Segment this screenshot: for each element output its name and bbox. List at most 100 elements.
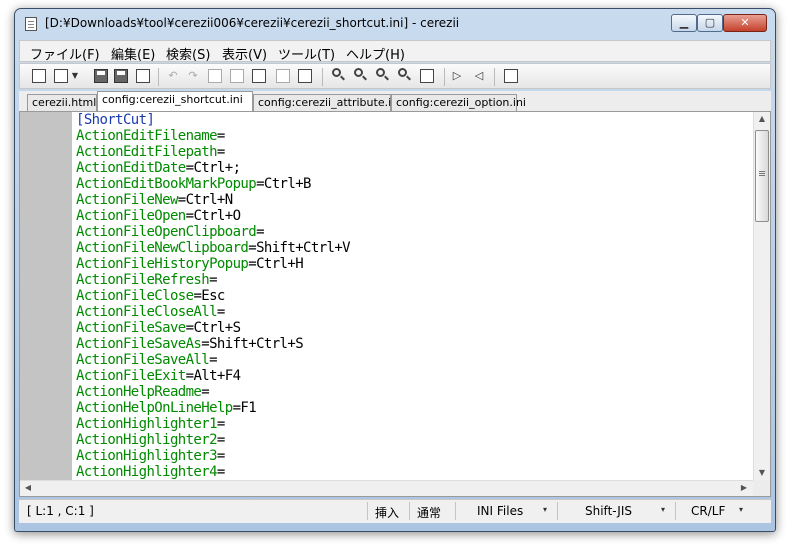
line-ending-dropdown-icon[interactable]: ▾	[739, 505, 743, 514]
vertical-scrollbar[interactable]: ▲ ▼	[753, 112, 770, 480]
code-text[interactable]: ActionEditBookMarkPopup=Ctrl+B	[76, 176, 311, 192]
code-text[interactable]: ActionFileOpen=Ctrl+O	[76, 208, 241, 224]
line-ending-selector[interactable]: CR/LF	[691, 504, 725, 518]
code-text[interactable]: ActionEditFilepath=	[76, 144, 225, 160]
insert-mode[interactable]: 挿入	[375, 504, 399, 521]
code-line[interactable]: 3ActionEditFilepath=	[73, 144, 751, 160]
tab-cerezii-html[interactable]: cerezii.html	[27, 94, 97, 111]
code-text[interactable]: ActionFileClose=Esc	[76, 288, 225, 304]
code-line[interactable]: 13ActionFileCloseAll=	[73, 304, 751, 320]
scroll-down-icon[interactable]: ▼	[754, 466, 770, 480]
code-text[interactable]: ActionHelpOnLineHelp=F1	[76, 400, 257, 416]
menu-file[interactable]: ファイル(F)	[30, 44, 100, 63]
code-line[interactable]: 11ActionFileRefresh=	[73, 272, 751, 288]
code-text[interactable]: ActionFileExit=Alt+F4	[76, 368, 241, 384]
menu-edit[interactable]: 編集(E)	[111, 44, 155, 63]
properties-icon[interactable]	[504, 69, 518, 83]
scroll-thumb[interactable]	[755, 130, 769, 222]
code-line[interactable]: 8ActionFileOpenClipboard=	[73, 224, 751, 240]
search-prev-icon[interactable]	[376, 68, 385, 77]
tab-shortcut-ini[interactable]: config:cerezii_shortcut.ini	[97, 91, 253, 111]
code-text[interactable]: ActionEditDate=Ctrl+;	[76, 160, 241, 176]
encoding-dropdown-icon[interactable]: ▾	[661, 505, 665, 514]
code-line[interactable]: 20ActionHighlighter1=	[73, 416, 751, 432]
code-text[interactable]: ActionHighlighter1=	[76, 416, 225, 432]
code-text[interactable]: ActionFileNew=Ctrl+N	[76, 192, 233, 208]
paste-special-icon[interactable]	[276, 69, 290, 83]
scroll-up-icon[interactable]: ▲	[754, 112, 770, 126]
minimize-button[interactable]: ▁	[671, 14, 697, 32]
code-line[interactable]: 7ActionFileOpen=Ctrl+O	[73, 208, 751, 224]
code-text[interactable]: ActionFileCloseAll=	[76, 304, 225, 320]
undo-icon[interactable]: ↶	[166, 69, 180, 83]
code-line[interactable]: 18ActionHelpReadme=	[73, 384, 751, 400]
scroll-right-icon[interactable]: ▶	[736, 481, 752, 495]
code-text[interactable]: ActionFileSaveAs=Shift+Ctrl+S	[76, 336, 304, 352]
close-button[interactable]: ✕	[723, 14, 767, 32]
code-text[interactable]: ActionEditFilename=	[76, 128, 225, 144]
code-text[interactable]: ActionHighlighter4=	[76, 464, 225, 480]
code-line[interactable]: 22ActionHighlighter3=	[73, 448, 751, 464]
code-line[interactable]: 16ActionFileSaveAll=	[73, 352, 751, 368]
horizontal-scrollbar[interactable]: ◀ ▶	[20, 480, 753, 496]
menu-search[interactable]: 検索(S)	[166, 44, 210, 63]
code-text[interactable]: ActionFileNewClipboard=Shift+Ctrl+V	[76, 240, 351, 256]
menu-tools[interactable]: ツール(T)	[278, 44, 335, 63]
tab-option-ini[interactable]: config:cerezii_option.ini	[391, 94, 526, 111]
search-next-icon[interactable]	[354, 68, 363, 77]
code-line[interactable]: 17ActionFileExit=Alt+F4	[73, 368, 751, 384]
close-file-icon[interactable]	[136, 69, 150, 83]
code-text[interactable]: ActionHighlighter3=	[76, 448, 225, 464]
code-text[interactable]: [ShortCut]	[76, 112, 155, 128]
code-text[interactable]: ActionFileSave=Ctrl+S	[76, 320, 241, 336]
save-as-icon[interactable]	[114, 69, 128, 83]
code-line[interactable]: 14ActionFileSave=Ctrl+S	[73, 320, 751, 336]
text-editor[interactable]: 1[ShortCut]2ActionEditFilename=3ActionEd…	[19, 111, 771, 497]
file-type-dropdown-icon[interactable]: ▾	[543, 505, 547, 514]
setting-key: ActionFileExit	[76, 368, 186, 384]
menu-view[interactable]: 表示(V)	[222, 44, 267, 63]
next-tab-icon[interactable]: ▷	[450, 69, 464, 83]
scroll-left-icon[interactable]: ◀	[20, 481, 36, 495]
open-dropdown-icon[interactable]: ▼	[70, 69, 80, 83]
replace-icon[interactable]	[398, 68, 407, 77]
search-icon[interactable]	[332, 68, 341, 77]
code-line[interactable]: 21ActionHighlighter2=	[73, 432, 751, 448]
paste-icon[interactable]	[252, 69, 266, 83]
code-line[interactable]: 19ActionHelpOnLineHelp=F1	[73, 400, 751, 416]
code-text[interactable]: ActionFileHistoryPopup=Ctrl+H	[76, 256, 304, 272]
code-area[interactable]: 1[ShortCut]2ActionEditFilename=3ActionEd…	[73, 112, 751, 480]
code-line[interactable]: 23ActionHighlighter4=	[73, 464, 751, 480]
code-line[interactable]: 12ActionFileClose=Esc	[73, 288, 751, 304]
setting-value: =	[216, 144, 225, 160]
save-icon[interactable]	[94, 69, 108, 83]
code-text[interactable]: ActionFileRefresh=	[76, 272, 218, 288]
select-all-icon[interactable]	[298, 69, 312, 83]
tab-attribute-ini[interactable]: config:cerezii_attribute.ini	[253, 94, 401, 111]
prev-tab-icon[interactable]: ◁	[472, 69, 486, 83]
code-line[interactable]: 6ActionFileNew=Ctrl+N	[73, 192, 751, 208]
encoding-selector[interactable]: Shift-JIS	[585, 504, 632, 518]
file-type-selector[interactable]: INI Files	[477, 504, 523, 518]
menu-help[interactable]: ヘルプ(H)	[346, 44, 405, 63]
code-line[interactable]: 2ActionEditFilename=	[73, 128, 751, 144]
edit-mode[interactable]: 通常	[417, 504, 441, 521]
code-text[interactable]: ActionFileOpenClipboard=	[76, 224, 264, 240]
code-text[interactable]: ActionFileSaveAll=	[76, 352, 218, 368]
cut-icon[interactable]	[208, 69, 222, 83]
code-line[interactable]: 1[ShortCut]	[73, 112, 751, 128]
code-line[interactable]: 4ActionEditDate=Ctrl+;	[73, 160, 751, 176]
open-folder-icon[interactable]	[54, 69, 68, 83]
code-text[interactable]: ActionHelpReadme=	[76, 384, 210, 400]
code-line[interactable]: 9ActionFileNewClipboard=Shift+Ctrl+V	[73, 240, 751, 256]
code-line[interactable]: 15ActionFileSaveAs=Shift+Ctrl+S	[73, 336, 751, 352]
copy-icon[interactable]	[230, 69, 244, 83]
grep-icon[interactable]	[420, 69, 434, 83]
new-file-icon[interactable]	[32, 69, 46, 83]
maximize-button[interactable]: ▢	[697, 14, 723, 32]
code-text[interactable]: ActionHighlighter2=	[76, 432, 225, 448]
code-line[interactable]: 5ActionEditBookMarkPopup=Ctrl+B	[73, 176, 751, 192]
redo-icon[interactable]: ↷	[186, 69, 200, 83]
title-bar[interactable]: [D:¥Downloads¥tool¥cerezii006¥cerezii¥ce…	[15, 9, 775, 37]
code-line[interactable]: 10ActionFileHistoryPopup=Ctrl+H	[73, 256, 751, 272]
